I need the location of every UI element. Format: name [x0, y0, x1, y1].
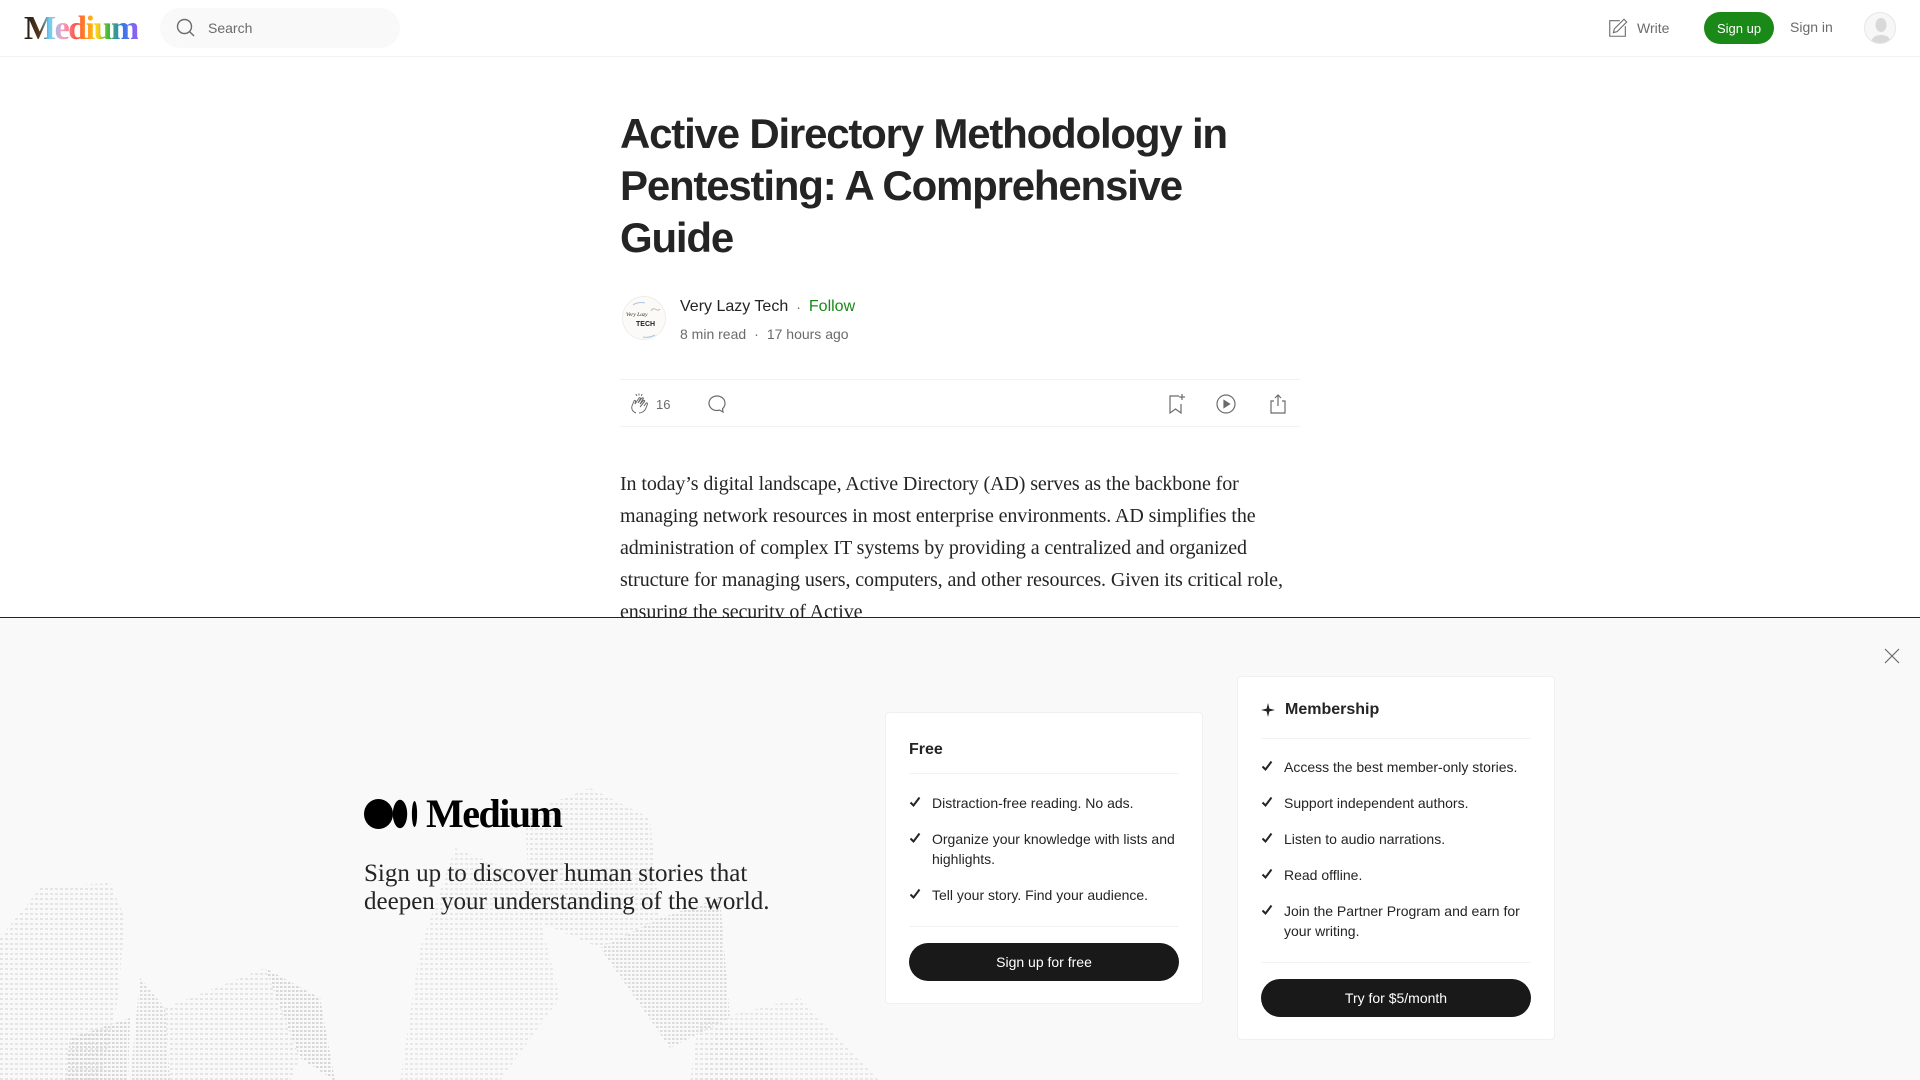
membership-plan-card: Membership Access the best member-only s… — [1237, 676, 1555, 1040]
follow-button[interactable]: Follow — [809, 298, 855, 316]
check-icon — [1261, 796, 1273, 808]
search-input[interactable] — [208, 20, 378, 36]
share-icon — [1270, 394, 1286, 414]
check-icon — [1261, 832, 1273, 844]
article-title: Active Directory Methodology in Pentesti… — [620, 110, 1228, 261]
svg-text:Very Lazy: Very Lazy — [626, 312, 648, 318]
sign-in-link[interactable]: Sign in — [1790, 19, 1833, 35]
share-button[interactable] — [1266, 392, 1290, 416]
feature-item: Tell your story. Find your audience. — [909, 885, 1179, 905]
membership-plan-features: Access the best member-only stories. Sup… — [1261, 757, 1531, 957]
feature-item: Read offline. — [1261, 865, 1531, 885]
check-icon — [909, 832, 921, 844]
medium-brand: Medium — [364, 791, 563, 836]
divider — [1261, 738, 1531, 739]
author-avatar[interactable]: Very Lazy TECH — [622, 296, 666, 340]
feature-item: Support independent authors. — [1261, 793, 1531, 813]
check-icon — [1261, 868, 1273, 880]
clap-icon — [631, 393, 649, 414]
divider — [909, 773, 1179, 774]
close-icon — [1884, 648, 1900, 664]
top-nav: Medium Write Sign up Sign in — [0, 0, 1920, 57]
medium-logo[interactable]: Medium — [24, 9, 139, 49]
save-button[interactable] — [1164, 392, 1188, 416]
listen-play-icon — [1216, 394, 1236, 414]
check-icon — [1261, 904, 1273, 916]
check-icon — [909, 796, 921, 808]
free-plan-features: Distraction-free reading. No ads. Organi… — [909, 793, 1179, 921]
free-plan-title: Free — [909, 741, 943, 758]
signup-tagline: Sign up to discover human stories that d… — [364, 860, 770, 915]
comment-icon — [708, 395, 726, 414]
free-plan-card: Free Distraction-free reading. No ads. O… — [885, 712, 1203, 1004]
separator-dot: · — [754, 326, 759, 342]
signup-overlay: Medium Sign up to discover human stories… — [0, 617, 1920, 1080]
sparkle-star-icon — [1261, 703, 1275, 717]
article-action-bar: 16 — [620, 379, 1300, 427]
membership-plan-title: Membership — [1285, 701, 1380, 718]
feature-item: Distraction-free reading. No ads. — [909, 793, 1179, 813]
sign-up-free-button[interactable]: Sign up for free — [909, 943, 1179, 981]
check-icon — [909, 888, 921, 900]
author-logo-icon: Very Lazy TECH — [623, 297, 665, 339]
feature-item: Join the Partner Program and earn for yo… — [1261, 901, 1531, 941]
article-body-paragraph: In today’s digital landscape, Active Dir… — [620, 473, 1283, 623]
sign-up-button[interactable]: Sign up — [1704, 12, 1774, 44]
search-box[interactable] — [160, 8, 400, 48]
medium-logo-icon — [364, 799, 418, 829]
clap-count: 16 — [656, 396, 671, 412]
user-avatar[interactable] — [1864, 12, 1896, 44]
decorative-shape — [130, 978, 170, 1080]
divider — [1261, 962, 1531, 963]
comment-button[interactable] — [705, 392, 729, 416]
article-meta: 8 min read · 17 hours ago — [680, 326, 849, 342]
author-name[interactable]: Very Lazy Tech — [680, 298, 788, 316]
search-icon — [176, 18, 195, 37]
check-icon — [1261, 760, 1273, 772]
author-row: Very Lazy Tech · Follow — [680, 298, 855, 316]
divider — [909, 926, 1179, 927]
listen-button[interactable] — [1214, 392, 1238, 416]
svg-text:TECH: TECH — [636, 321, 655, 328]
try-membership-button[interactable]: Try for $5/month — [1261, 979, 1531, 1017]
write-label: Write — [1637, 20, 1670, 36]
membership-plan-header: Membership — [1261, 701, 1379, 719]
default-user-icon — [1865, 13, 1895, 43]
medium-wordmark: Medium — [426, 791, 563, 836]
publish-time: 17 hours ago — [766, 326, 849, 342]
write-icon — [1609, 18, 1628, 37]
feature-item: Access the best member-only stories. — [1261, 757, 1531, 777]
close-overlay-button[interactable] — [1880, 644, 1904, 668]
bookmark-add-icon — [1169, 394, 1185, 415]
write-button[interactable]: Write — [1607, 16, 1669, 40]
feature-item: Organize your knowledge with lists and h… — [909, 829, 1179, 869]
feature-item: Listen to audio narrations. — [1261, 829, 1531, 849]
clap-button[interactable]: 16 — [628, 392, 670, 416]
read-time: 8 min read — [680, 326, 747, 342]
separator-dot: · — [796, 299, 801, 315]
